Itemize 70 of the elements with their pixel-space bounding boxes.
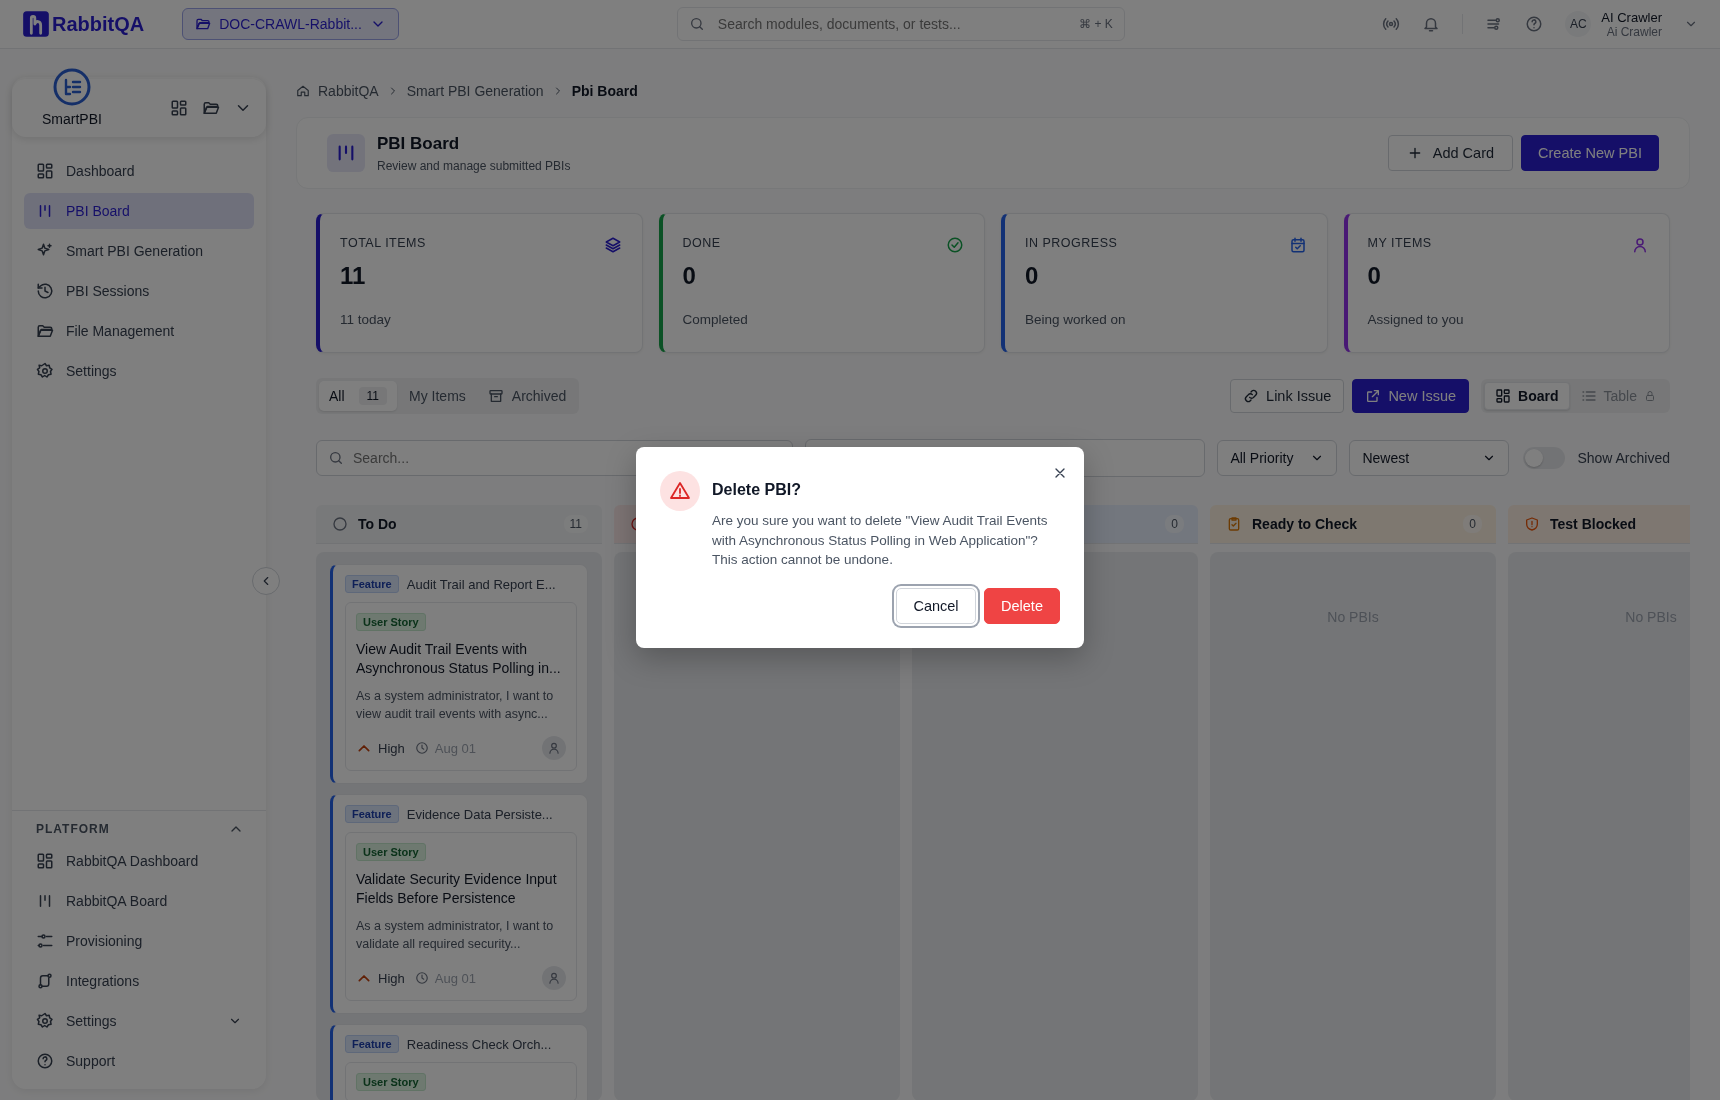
- page-title: PBI Board: [377, 133, 461, 154]
- breadcrumb-link[interactable]: Smart PBI Generation: [406, 83, 544, 99]
- stat-note: Completed: [682, 312, 749, 327]
- create-button[interactable]: Create New PBI: [1521, 135, 1659, 171]
- feature-name: Readiness Check Orch...: [406, 1036, 552, 1052]
- stat-note: 11 today: [340, 312, 392, 327]
- sidebar-item[interactable]: Smart PBI Generation: [24, 233, 254, 269]
- priority-dropdown[interactable]: All Priority: [1217, 440, 1338, 476]
- toggle-label: Show Archived: [1577, 450, 1670, 466]
- stat-note: Assigned to you: [1367, 312, 1465, 327]
- sidebar-item[interactable]: PBI Sessions: [24, 273, 254, 309]
- feature-name: Evidence Data Persiste...: [406, 806, 553, 822]
- sidebar-item[interactable]: RabbitQA Board: [24, 883, 254, 919]
- user-name: AI Crawler: [1601, 9, 1662, 25]
- sidebar-item[interactable]: PBI Board: [24, 193, 254, 229]
- sidebar-item[interactable]: File Management: [24, 313, 254, 349]
- stat-note: Being worked on: [1025, 312, 1127, 327]
- sort-dropdown[interactable]: Newest: [1349, 440, 1510, 476]
- stat-value: 0: [1367, 262, 1382, 290]
- project-selector[interactable]: DOC-CRAWL-Rabbit...: [182, 8, 399, 40]
- priority-label: High: [378, 970, 405, 986]
- priority-label: High: [378, 740, 405, 756]
- column-title: To Do: [358, 516, 397, 532]
- dialog-title: Delete PBI?: [712, 481, 802, 499]
- sidebar-item[interactable]: Dashboard: [24, 153, 254, 189]
- dialog-message: Are you sure you want to delete "View Audit Trail Events with Asynchronous Status Polling in Web Application"? This action cannot be undone.: [712, 512, 1049, 569]
- stat-label: IN PROGRESS: [1025, 236, 1118, 252]
- stat-value: 0: [1025, 262, 1040, 290]
- story-description: As a system administrator, I want to view audit trail events with async...: [356, 688, 555, 723]
- story-description: As a system administrator, I want to validate all required security...: [356, 918, 555, 953]
- user-subtitle: Ai Crawler: [1606, 24, 1662, 39]
- sidebar-item[interactable]: Provisioning: [24, 923, 254, 959]
- story-title: View Audit Trail Events with Asynchronous Status Polling in...: [356, 640, 562, 678]
- add-card-button[interactable]: Add Card: [1387, 135, 1514, 171]
- feature-tag: Feature: [345, 575, 399, 593]
- stat-label: DONE: [682, 236, 721, 252]
- filter-tab[interactable]: All 11: [319, 381, 398, 411]
- feature-tag: Feature: [345, 1035, 399, 1053]
- story-tag: User Story: [356, 1073, 426, 1091]
- filter-tab[interactable]: Archived: [477, 381, 577, 411]
- filter-tab[interactable]: My Items: [399, 381, 476, 411]
- module-name: SmartPBI: [42, 111, 102, 127]
- sidebar-item[interactable]: Integrations: [24, 963, 254, 999]
- feature-name: Audit Trail and Report E...: [406, 576, 556, 592]
- shortcut-hint: ⌘ + K: [1079, 17, 1113, 31]
- logo-text: RabbitQA: [52, 12, 145, 36]
- sidebar-item[interactable]: Support: [24, 1043, 254, 1079]
- link-issue-button[interactable]: Link Issue: [1230, 379, 1345, 413]
- column-title: Test Blocked: [1550, 516, 1637, 532]
- sidebar-item[interactable]: Settings: [24, 1003, 254, 1039]
- section-title: PLATFORM: [36, 822, 110, 836]
- stat-label: TOTAL ITEMS: [340, 236, 426, 252]
- stat-label: MY ITEMS: [1367, 236, 1432, 252]
- story-title: Validate Security Evidence Input Fields Before Persistence: [356, 870, 558, 908]
- new-issue-button[interactable]: New Issue: [1352, 379, 1470, 413]
- delete-button[interactable]: Delete: [984, 587, 1060, 624]
- sidebar-item[interactable]: RabbitQA Dashboard: [24, 843, 254, 879]
- sidebar-item[interactable]: Settings: [24, 353, 254, 389]
- view-tab[interactable]: Board: [1484, 382, 1570, 410]
- pbi-card[interactable]: Feature Readiness Check Orch... User Story: [330, 1024, 588, 1100]
- stat-value: 0: [682, 262, 697, 290]
- feature-tag: Feature: [345, 805, 399, 823]
- page-subtitle: Review and manage submitted PBIs: [377, 158, 571, 173]
- story-tag: User Story: [356, 613, 426, 631]
- column-title: Ready to Check: [1252, 516, 1358, 532]
- story-tag: User Story: [356, 843, 426, 861]
- stat-value: 11: [340, 262, 367, 290]
- breadcrumb-link[interactable]: RabbitQA: [318, 83, 379, 99]
- user-avatar[interactable]: AC: [1565, 11, 1592, 37]
- breadcrumb-current: Pbi Board: [571, 83, 638, 99]
